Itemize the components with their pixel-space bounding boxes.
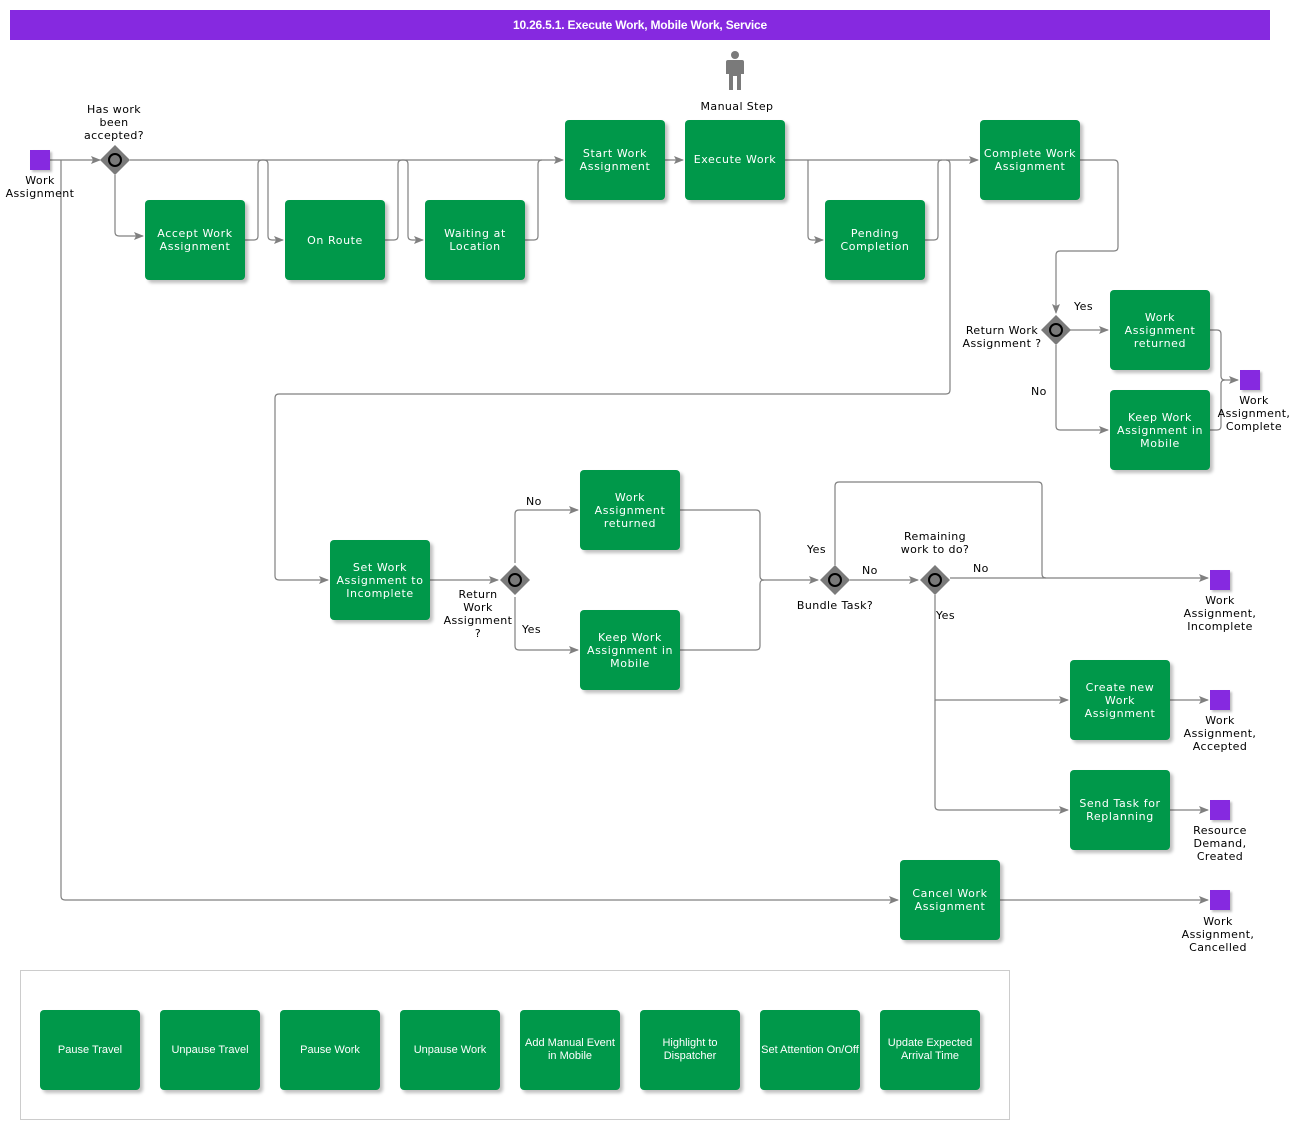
task-pending-completion[interactable]: Pending Completion [825, 200, 925, 280]
task-keep-work-assignment-in-mobile[interactable]: Keep Work Assignment in Mobile [1110, 390, 1210, 470]
end-event-cancelled-label: Work Assignment, Cancelled [1181, 915, 1255, 954]
flow-label-no: No [973, 562, 989, 575]
task-cancel-work-assignment[interactable]: Cancel Work Assignment [900, 860, 1000, 940]
task-create-new-work-assignment[interactable]: Create new Work Assignment [1070, 660, 1170, 740]
end-event-cancelled[interactable] [1210, 890, 1230, 910]
task-set-work-assignment-incomplete[interactable]: Set Work Assignment to Incomplete [330, 540, 430, 620]
flow-pending-out [925, 159, 943, 241]
legend-task[interactable]: Pause Travel [40, 1010, 140, 1090]
flow-bottom-no [514, 506, 579, 563]
task-complete-work-assignment[interactable]: Complete Work Assignment [980, 120, 1080, 200]
task-work-assignment-returned[interactable]: Work Assignment returned [580, 470, 680, 550]
flow-returned-bottom-out [680, 509, 819, 584]
legend-task[interactable]: Add Manual Event in Mobile [520, 1010, 620, 1090]
gateway-bundle[interactable] [820, 565, 850, 595]
legend-task[interactable]: Update Expected Arrival Time [880, 1010, 980, 1090]
flow-keep-bottom-out [680, 579, 765, 651]
flow-label-yes: Yes [936, 609, 955, 622]
gateway-remaining[interactable] [920, 565, 950, 595]
gateway-return-bottom-label: Return Work Assignment ? [443, 588, 513, 640]
flow-execute-to-pending [807, 160, 824, 244]
legend-task[interactable]: Unpause Work [400, 1010, 500, 1090]
gateway-remaining-label: Remaining work to do? [900, 530, 970, 556]
end-event-incomplete[interactable] [1210, 570, 1230, 590]
flow-label-no: No [1031, 385, 1047, 398]
task-waiting-at-location[interactable]: Waiting at Location [425, 200, 525, 280]
flow-accepted-to-accept-task [114, 175, 144, 240]
legend-task[interactable]: Set Attention On/Off [760, 1010, 860, 1090]
legend-task[interactable]: Highlight to Dispatcher [640, 1010, 740, 1090]
end-event-resource-demand-label: Resource Demand, Created [1193, 824, 1247, 863]
flow-remaining-yes-replan [934, 700, 1069, 814]
flow-label-yes: Yes [807, 543, 826, 556]
task-execute-work[interactable]: Execute Work [685, 120, 785, 200]
task-work-assignment-returned[interactable]: Work Assignment returned [1110, 290, 1210, 370]
start-event[interactable] [30, 150, 50, 170]
end-event-complete-label: Work Assignment, Complete [1217, 394, 1291, 433]
flow-label-yes: Yes [522, 623, 541, 636]
person-icon [726, 51, 744, 90]
legend-task[interactable]: Pause Work [280, 1010, 380, 1090]
task-keep-work-assignment-in-mobile[interactable]: Keep Work Assignment in Mobile [580, 610, 680, 690]
flow-label-no: No [526, 495, 542, 508]
end-event-incomplete-label: Work Assignment, Incomplete [1183, 594, 1257, 633]
end-event-resource-demand[interactable] [1210, 800, 1230, 820]
end-event-accepted[interactable] [1210, 690, 1230, 710]
flow-label-no: No [862, 564, 878, 577]
task-send-task-for-replanning[interactable]: Send Task for Replanning [1070, 770, 1170, 850]
legend-task[interactable]: Unpause Travel [160, 1010, 260, 1090]
flow-return-no [1055, 345, 1109, 434]
gateway-return-top-label: Return Work Assignment ? [962, 324, 1042, 350]
start-event-label: Work Assignment [5, 174, 75, 200]
gateway-bundle-label: Bundle Task? [796, 599, 874, 612]
flow-label-yes: Yes [1074, 300, 1093, 313]
gateway-accepted[interactable] [100, 145, 130, 175]
task-on-route[interactable]: On Route [285, 200, 385, 280]
task-start-work-assignment[interactable]: Start Work Assignment [565, 120, 665, 200]
flow-returned-to-complete-end [1210, 329, 1239, 384]
task-accept-work-assignment[interactable]: Accept Work Assignment [145, 200, 245, 280]
gateway-accepted-label: Has work been accepted? [83, 103, 145, 142]
flow-onroute-out [385, 159, 424, 244]
manual-step-label: Manual Step [700, 100, 774, 113]
end-event-complete[interactable] [1240, 370, 1260, 390]
flow-waiting-out [525, 159, 543, 241]
flow-accept-out [245, 159, 284, 244]
end-event-accepted-label: Work Assignment, Accepted [1183, 714, 1257, 753]
